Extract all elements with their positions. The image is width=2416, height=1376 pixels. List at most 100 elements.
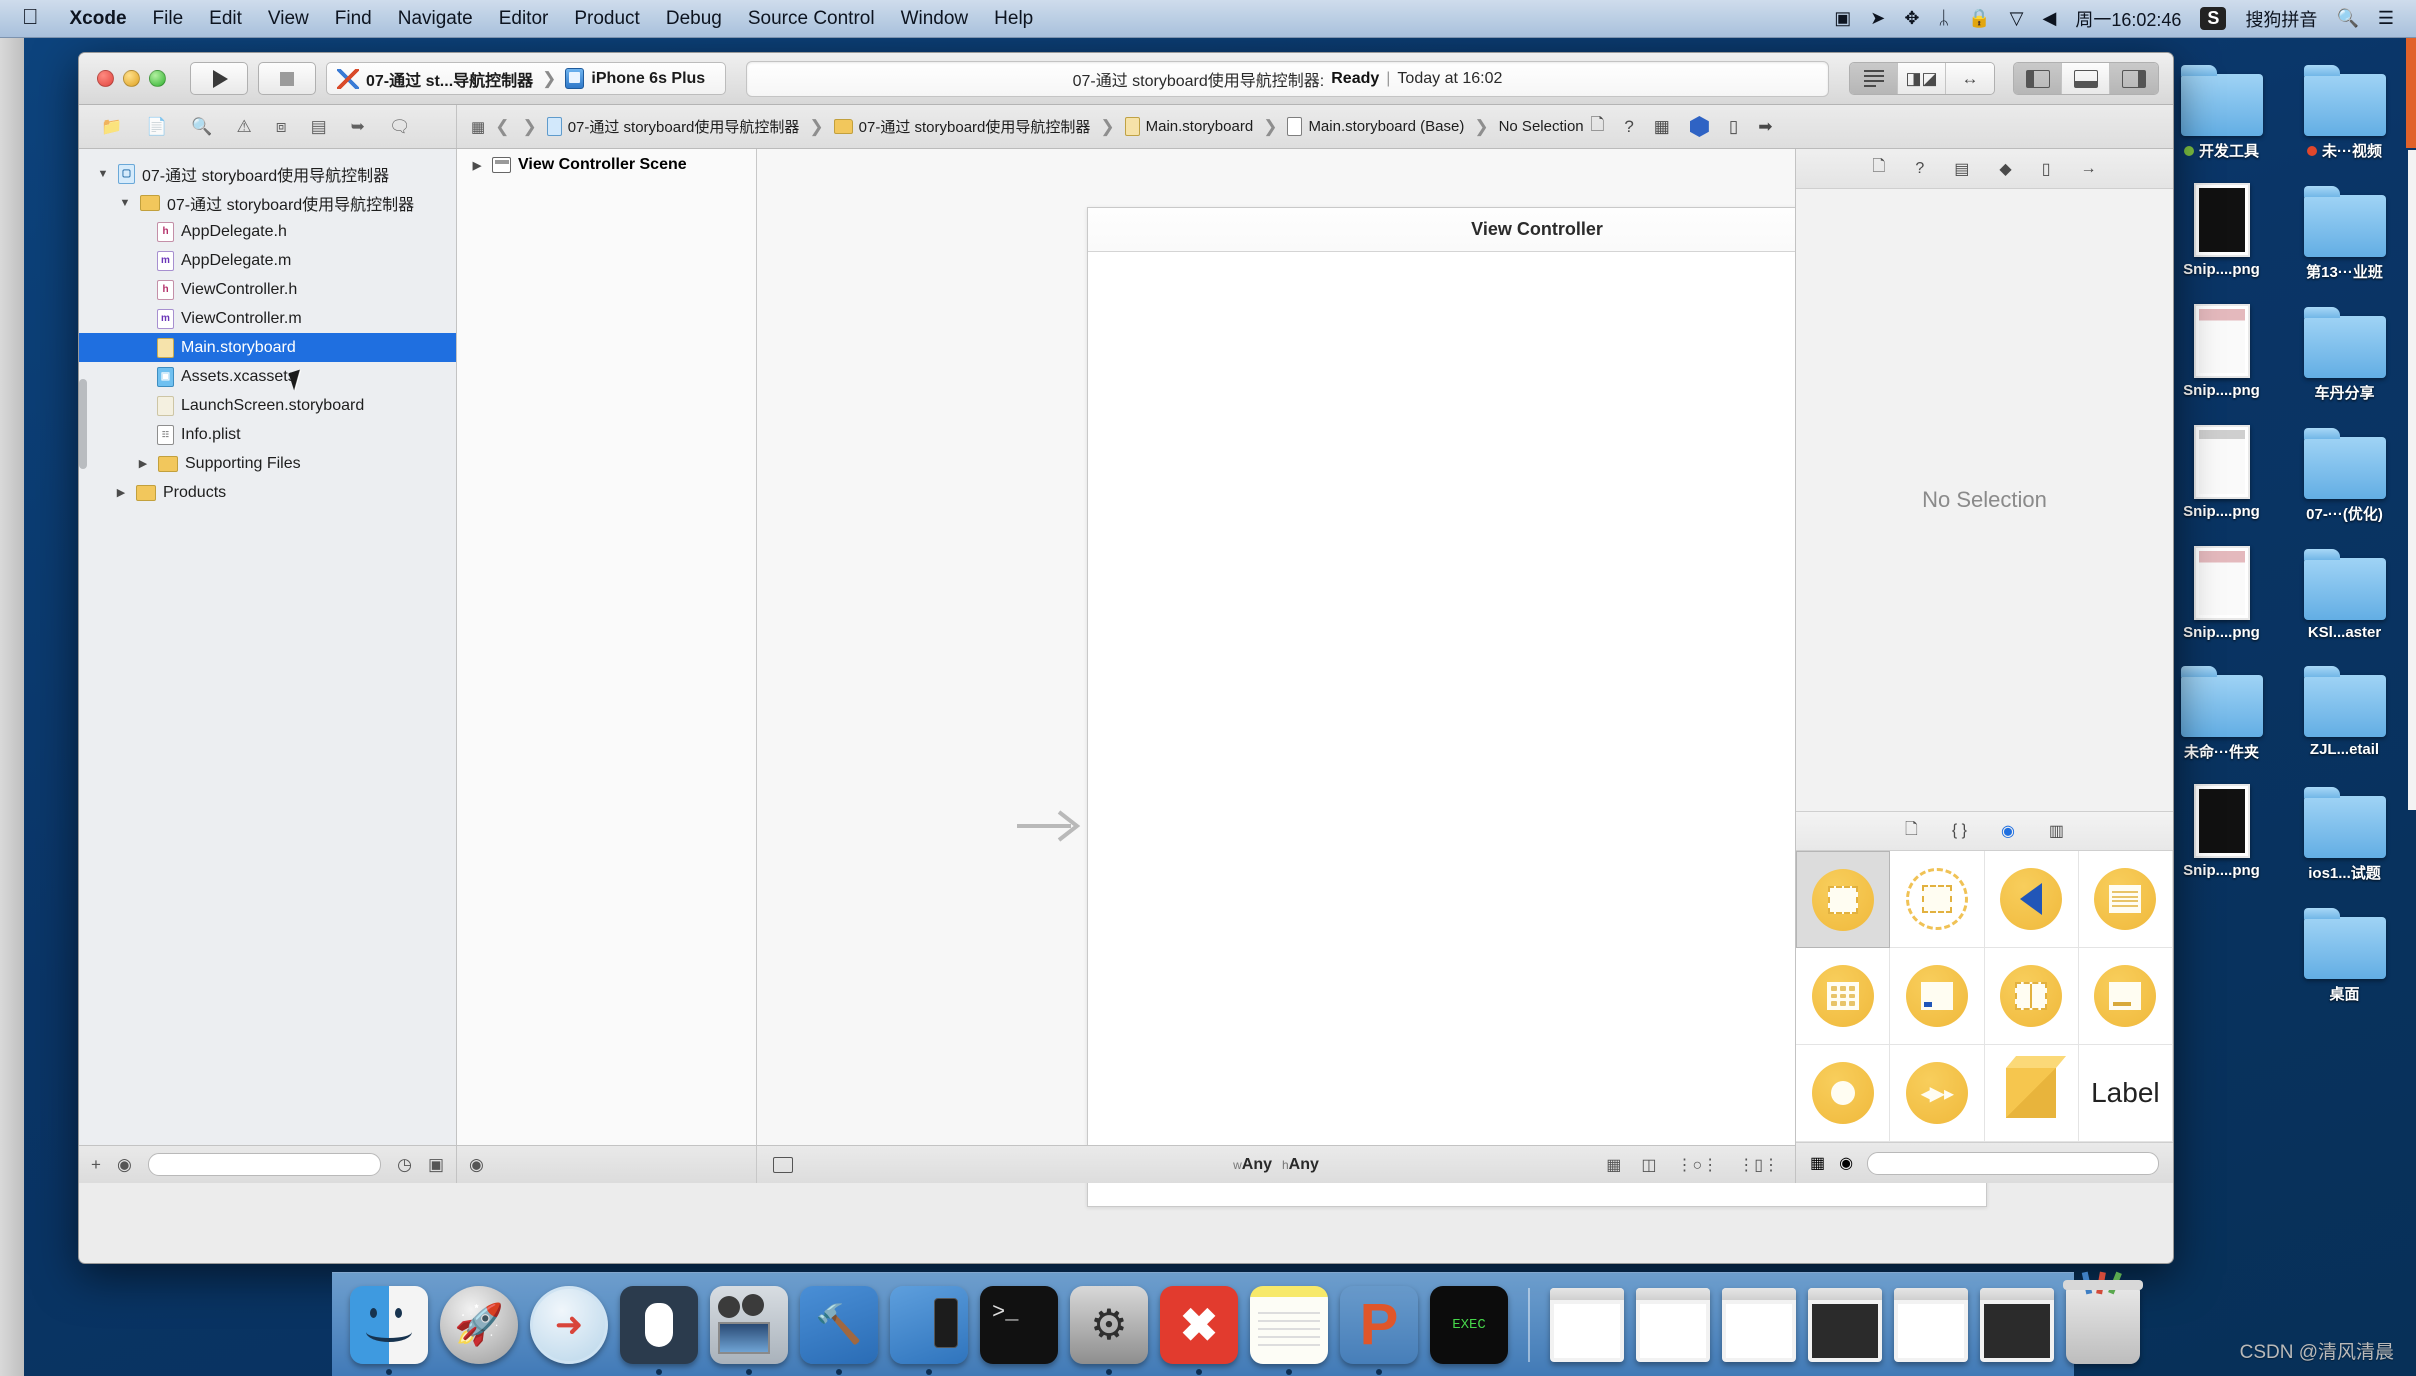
- split-view-controller-object[interactable]: [1984, 948, 2079, 1045]
- notification-center-icon[interactable]: ☰: [2378, 8, 2394, 29]
- issue-navigator-icon[interactable]: ⚠: [237, 118, 252, 135]
- menu-file[interactable]: File: [140, 8, 197, 30]
- screen-record-icon[interactable]: ▣: [1834, 8, 1851, 29]
- input-method-badge[interactable]: S: [2200, 7, 2227, 30]
- version-editor-button[interactable]: ↔: [1946, 63, 1994, 94]
- table-view-controller-object[interactable]: [2078, 851, 2173, 948]
- toggle-utilities-button[interactable]: [2110, 63, 2158, 94]
- disclosure-triangle[interactable]: ▶: [113, 486, 129, 499]
- menu-product[interactable]: Product: [561, 8, 652, 30]
- breadcrumb-group[interactable]: 07-通过 storyboard使用导航控制器: [833, 116, 1090, 137]
- finder-dock-icon[interactable]: [350, 1285, 428, 1364]
- code-snippet-library-tab[interactable]: { }: [1952, 822, 1967, 840]
- library-grid-view-icon[interactable]: ▦: [1810, 1153, 1825, 1173]
- scheme-selector[interactable]: 07-通过 st...导航控制器 ❯ iPhone 6s Plus: [326, 62, 726, 95]
- identity-inspector-tab[interactable]: ▤: [1954, 159, 1969, 179]
- interface-builder-canvas[interactable]: View Controller wAny hAny ▦ ◫ ⋮○⋮ ⋮▯⋮: [757, 149, 1987, 1207]
- file-inspector-tab[interactable]: 🗋: [1872, 155, 1885, 182]
- assistant-editor-button[interactable]: ◨◪: [1898, 63, 1946, 94]
- desktop-icon[interactable]: 未···视频: [2291, 58, 2398, 161]
- xcode-dock-icon[interactable]: 🔨: [800, 1285, 878, 1364]
- embed-in-icon[interactable]: ⋮▯⋮: [1738, 1155, 1779, 1175]
- minimize-button[interactable]: [123, 70, 140, 87]
- size-inspector-tab[interactable]: ▯: [2042, 159, 2051, 179]
- tree-row-supporting-files[interactable]: ▶ Supporting Files: [79, 449, 456, 478]
- imovie-dock-icon[interactable]: [710, 1285, 788, 1364]
- menu-window[interactable]: Window: [888, 8, 982, 30]
- minimized-window-2[interactable]: [1636, 1287, 1710, 1362]
- apple-logo-icon[interactable]: : [22, 5, 39, 28]
- source-control-filter-icon[interactable]: ▣: [428, 1155, 444, 1175]
- minimized-window-5[interactable]: [1894, 1287, 1968, 1362]
- breakpoint-navigator-icon[interactable]: ➥: [351, 118, 365, 135]
- location-arrow-icon[interactable]: ➤: [1870, 8, 1885, 29]
- constraints-icon[interactable]: ▦: [1606, 1155, 1621, 1175]
- test-navigator-icon[interactable]: ⧈: [276, 118, 287, 135]
- disclosure-triangle[interactable]: ▶: [135, 457, 151, 470]
- run-button[interactable]: [190, 62, 248, 95]
- gl-kit-view-controller-object[interactable]: [1796, 1045, 1891, 1142]
- menu-source-control[interactable]: Source Control: [735, 8, 888, 30]
- filter-circle-icon[interactable]: ◉: [1839, 1153, 1853, 1173]
- size-class-indicator[interactable]: wAny hAny: [1233, 1156, 1319, 1174]
- airplay-icon[interactable]: ✥: [1904, 8, 1919, 29]
- input-method-label[interactable]: 搜狗拼音: [2245, 6, 2317, 32]
- breadcrumb-project[interactable]: 07-通过 storyboard使用导航控制器: [546, 116, 799, 137]
- library-search-input[interactable]: [1867, 1151, 2159, 1175]
- desktop-icon[interactable]: Snip....png: [2168, 421, 2275, 524]
- desktop-icon[interactable]: Snip....png: [2168, 179, 2275, 282]
- quick-help-inspector-tab[interactable]: ?: [1915, 160, 1924, 178]
- tree-row-launchscreen[interactable]: LaunchScreen.storyboard: [79, 391, 456, 420]
- tree-row-group[interactable]: ▼ 07-通过 storyboard使用导航控制器: [79, 188, 456, 217]
- breadcrumb-selection[interactable]: No Selection: [1499, 118, 1584, 135]
- align-icon[interactable]: ◫: [1641, 1155, 1656, 1175]
- desktop-icon[interactable]: Snip....png: [2168, 300, 2275, 403]
- connections-inspector-tab[interactable]: →: [2081, 160, 2097, 178]
- menu-find[interactable]: Find: [322, 8, 385, 30]
- quick-help-icon[interactable]: ?: [1624, 117, 1633, 137]
- desktop-icon[interactable]: Snip....png: [2168, 542, 2275, 641]
- collection-view-controller-object[interactable]: [1796, 948, 1891, 1045]
- minimized-window-1[interactable]: [1550, 1287, 1624, 1362]
- menu-debug[interactable]: Debug: [653, 8, 735, 30]
- tree-row-main-storyboard[interactable]: Main.storyboard: [79, 333, 456, 362]
- tree-row-appdelegate-h[interactable]: h AppDelegate.h: [79, 217, 456, 246]
- lock-icon[interactable]: 🔒: [1968, 8, 1990, 29]
- file-template-library-tab[interactable]: 🗋: [1905, 818, 1918, 845]
- recent-filter-icon[interactable]: ◷: [397, 1155, 412, 1175]
- project-navigator-icon[interactable]: 📁: [101, 118, 122, 135]
- desktop-icon[interactable]: 未命···件夹: [2168, 659, 2275, 762]
- forward-button[interactable]: ❯: [522, 117, 536, 137]
- navigation-controller-object[interactable]: [1984, 851, 2079, 948]
- hide-icon[interactable]: ➡: [1758, 117, 1772, 137]
- label-object[interactable]: Label: [2078, 1045, 2173, 1142]
- terminal-dock-icon[interactable]: >_: [980, 1285, 1058, 1364]
- menu-xcode[interactable]: Xcode: [57, 8, 140, 30]
- back-button[interactable]: ❮: [495, 117, 509, 137]
- menu-edit[interactable]: Edit: [196, 8, 255, 30]
- desktop-icon[interactable]: KSl...aster: [2291, 542, 2398, 641]
- simulator-dock-icon[interactable]: [890, 1285, 968, 1364]
- object-cube[interactable]: [1984, 1045, 2079, 1142]
- breadcrumb-base[interactable]: Main.storyboard (Base): [1287, 117, 1464, 136]
- menu-help[interactable]: Help: [981, 8, 1046, 30]
- tree-row-assets[interactable]: ▣ Assets.xcassets: [79, 362, 456, 391]
- desktop-icon[interactable]: 第13···业班: [2291, 179, 2398, 282]
- preview-icon[interactable]: ▦: [1654, 117, 1670, 137]
- view-controller-object[interactable]: [1796, 851, 1891, 948]
- stop-button[interactable]: [258, 62, 316, 95]
- system-preferences-dock-icon[interactable]: ⚙: [1070, 1285, 1148, 1364]
- desktop-icon[interactable]: ZJL...etail: [2291, 659, 2398, 762]
- disclosure-triangle[interactable]: ▼: [117, 197, 133, 209]
- desktop-icon[interactable]: Snip....png: [2168, 780, 2275, 883]
- notes-dock-icon[interactable]: [1250, 1285, 1328, 1364]
- avkit-player-view-controller-object[interactable]: ◂▶▸: [1890, 1045, 1985, 1142]
- bluetooth-icon[interactable]: ᛦ: [1938, 8, 1949, 29]
- search-icon[interactable]: 🔍: [2336, 8, 2358, 29]
- close-button[interactable]: [97, 70, 114, 87]
- desktop-icon[interactable]: 07-···(优化): [2291, 421, 2398, 524]
- launchpad-dock-icon[interactable]: 🚀: [440, 1285, 518, 1364]
- filter-circle-icon[interactable]: ◉: [469, 1155, 484, 1175]
- report-navigator-icon[interactable]: 🗨: [389, 118, 411, 135]
- exec-app-dock-icon[interactable]: EXEC: [1430, 1285, 1508, 1364]
